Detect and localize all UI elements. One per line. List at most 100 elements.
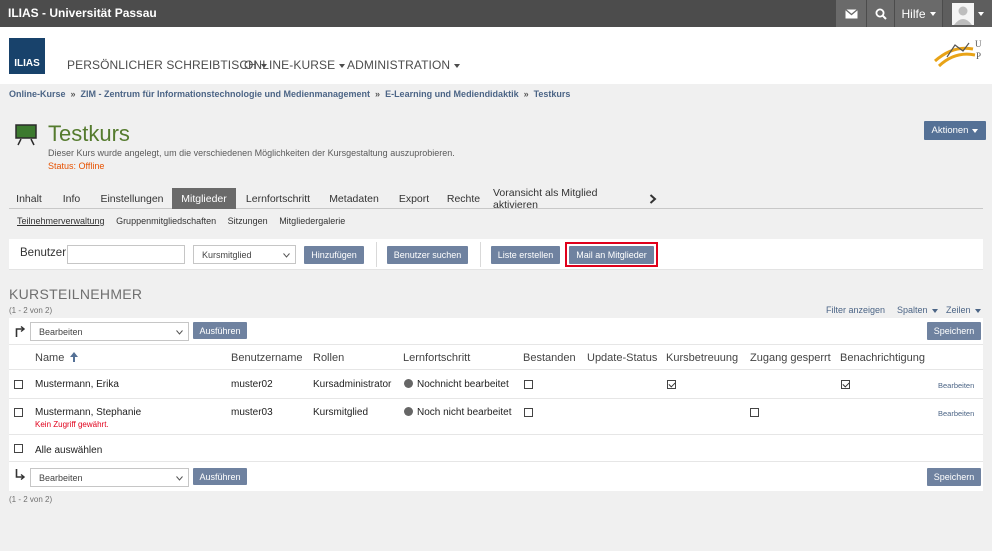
- save-button-top[interactable]: Speichern: [927, 322, 981, 340]
- course-board-icon: [15, 124, 37, 146]
- add-button[interactable]: Hinzufügen: [304, 246, 364, 264]
- breadcrumb-item[interactable]: Testkurs: [534, 89, 571, 99]
- bulk-select-top[interactable]: Bearbeiten: [30, 322, 189, 341]
- member-login: muster02: [231, 379, 273, 390]
- bulk-actions-top: Bearbeiten Ausführen Speichern: [9, 318, 983, 345]
- member-role: Kursadministrator: [313, 379, 392, 390]
- subtab-gruppenmitgliedschaften[interactable]: Gruppenmitgliedschaften: [116, 216, 216, 226]
- top-bar: ILIAS - Universität Passau Hilfe: [0, 0, 992, 27]
- member-toolbar: Benutzer Kursmitglied Hinzufügen Benutze…: [9, 239, 983, 270]
- row-checkbox[interactable]: [14, 380, 23, 389]
- bulk-actions-bottom: Bearbeiten Ausführen Speichern: [9, 462, 983, 491]
- nav-administration[interactable]: ADMINISTRATION: [347, 58, 461, 72]
- member-role: Kursmitglied: [313, 407, 369, 418]
- progress-status-icon: [404, 379, 413, 388]
- result-count-bottom: (1 - 2 von 2): [9, 495, 53, 504]
- notification-checkbox[interactable]: [841, 380, 850, 389]
- chevron-down-icon: [931, 308, 938, 313]
- subtab-bar: Teilnehmerverwaltung Gruppenmitgliedscha…: [17, 216, 345, 226]
- tab-rechte[interactable]: Rechte: [442, 188, 485, 209]
- blocked-checkbox[interactable]: [750, 408, 759, 417]
- tab-info[interactable]: Info: [54, 188, 89, 209]
- page-description: Dieser Kurs wurde angelegt, um die versc…: [48, 148, 455, 158]
- member-progress: Nochnicht bearbeitet: [404, 379, 509, 390]
- filter-toggle[interactable]: Filter anzeigen: [826, 305, 885, 315]
- table-row: Mustermann, Stephanie Kein Zugriff gewäh…: [9, 399, 983, 435]
- help-label: Hilfe: [901, 6, 926, 21]
- chevron-down-icon: [176, 476, 183, 481]
- header: ILIAS PERSÖNLICHER SCHREIBTISCH ONLINE-K…: [0, 27, 992, 84]
- nav-online-courses[interactable]: ONLINE-KURSE: [244, 58, 346, 72]
- chevron-down-icon: [972, 128, 979, 133]
- save-button-bottom[interactable]: Speichern: [927, 468, 981, 486]
- column-header-notification[interactable]: Benachrichtigung: [840, 352, 925, 364]
- table-row: Mustermann, Erika muster02 Kursadministr…: [9, 370, 983, 399]
- user-menu[interactable]: [943, 0, 992, 27]
- role-select[interactable]: Kursmitglied: [193, 245, 296, 264]
- subtab-sitzungen[interactable]: Sitzungen: [228, 216, 268, 226]
- column-header-tutor[interactable]: Kursbetreuung: [666, 352, 738, 364]
- help-menu[interactable]: Hilfe: [895, 0, 942, 27]
- chevron-down-icon: [929, 11, 936, 16]
- create-list-button[interactable]: Liste erstellen: [491, 246, 560, 264]
- breadcrumb-item[interactable]: ZIM - Zentrum für Informationstechnologi…: [81, 89, 371, 99]
- execute-button-top[interactable]: Ausführen: [193, 322, 247, 339]
- access-note: Kein Zugriff gewährt.: [35, 420, 109, 429]
- column-header-progress[interactable]: Lernfortschritt: [403, 352, 470, 364]
- breadcrumb-item[interactable]: Online-Kurse: [9, 89, 66, 99]
- edit-link[interactable]: Bearbeiten: [938, 409, 974, 418]
- user-input[interactable]: [67, 245, 185, 264]
- table-header: Name Benutzername Rollen Lernfortschritt…: [9, 345, 983, 370]
- member-name: Mustermann, Erika: [35, 379, 119, 390]
- member-progress: Noch nicht bearbeitet: [404, 407, 512, 418]
- tutor-checkbox[interactable]: [667, 380, 676, 389]
- mail-button[interactable]: [836, 0, 866, 27]
- column-header-update-status[interactable]: Update-Status: [587, 352, 657, 364]
- chevron-down-icon: [283, 253, 290, 258]
- tab-einstellungen[interactable]: Einstellungen: [93, 188, 171, 209]
- tab-export[interactable]: Export: [392, 188, 436, 209]
- toolbar-divider: [480, 242, 481, 267]
- rows-menu[interactable]: Zeilen: [946, 305, 981, 315]
- chevron-down-icon: [977, 11, 984, 16]
- chevron-down-icon: [176, 330, 183, 335]
- subtab-mitgliedergalerie[interactable]: Mitgliedergalerie: [279, 216, 345, 226]
- progress-status-icon: [404, 407, 413, 416]
- column-header-username[interactable]: Benutzername: [231, 352, 303, 364]
- chevron-right-icon: [649, 193, 657, 204]
- breadcrumb: Online-Kurse» ZIM - Zentrum für Informati…: [9, 89, 571, 99]
- execute-button-bottom[interactable]: Ausführen: [193, 468, 247, 485]
- passed-checkbox[interactable]: [524, 380, 533, 389]
- tab-metadaten[interactable]: Metadaten: [323, 188, 385, 209]
- ilias-logo[interactable]: ILIAS: [9, 38, 45, 74]
- members-table: Bearbeiten Ausführen Speichern Name Benu…: [9, 318, 983, 491]
- select-all-label: Alle auswählen: [35, 445, 103, 456]
- column-header-name[interactable]: Name: [35, 352, 79, 364]
- search-user-button[interactable]: Benutzer suchen: [387, 246, 468, 264]
- tab-mitglieder[interactable]: Mitglieder: [172, 188, 236, 209]
- svg-text:P: P: [976, 51, 981, 61]
- avatar-icon: [951, 2, 974, 25]
- actions-button[interactable]: Aktionen: [924, 121, 986, 140]
- edit-link[interactable]: Bearbeiten: [938, 381, 974, 390]
- mail-members-button[interactable]: Mail an Mitglieder: [569, 246, 654, 264]
- breadcrumb-item[interactable]: E-Learning und Mediendidaktik: [385, 89, 519, 99]
- arrow-down-right-icon: [15, 469, 25, 480]
- envelope-icon: [844, 8, 858, 18]
- tab-preview-member[interactable]: Voransicht als Mitglied aktivieren: [493, 187, 657, 211]
- column-header-roles[interactable]: Rollen: [313, 352, 344, 364]
- row-checkbox[interactable]: [14, 408, 23, 417]
- sort-ascending-icon: [70, 352, 79, 362]
- column-header-blocked[interactable]: Zugang gesperrt: [750, 352, 831, 364]
- columns-menu[interactable]: Spalten: [897, 305, 938, 315]
- bulk-select-bottom[interactable]: Bearbeiten: [30, 468, 189, 487]
- search-button[interactable]: [867, 0, 894, 27]
- select-all-checkbox[interactable]: [14, 444, 23, 453]
- column-header-passed[interactable]: Bestanden: [523, 352, 576, 364]
- tab-lernfortschritt[interactable]: Lernfortschritt: [239, 188, 317, 209]
- nav-personal-desktop[interactable]: PERSÖNLICHER SCHREIBTISCH: [67, 58, 267, 72]
- result-count: (1 - 2 von 2): [9, 306, 53, 315]
- tab-inhalt[interactable]: Inhalt: [9, 188, 49, 209]
- subtab-teilnehmerverwaltung[interactable]: Teilnehmerverwaltung: [17, 216, 105, 226]
- passed-checkbox[interactable]: [524, 408, 533, 417]
